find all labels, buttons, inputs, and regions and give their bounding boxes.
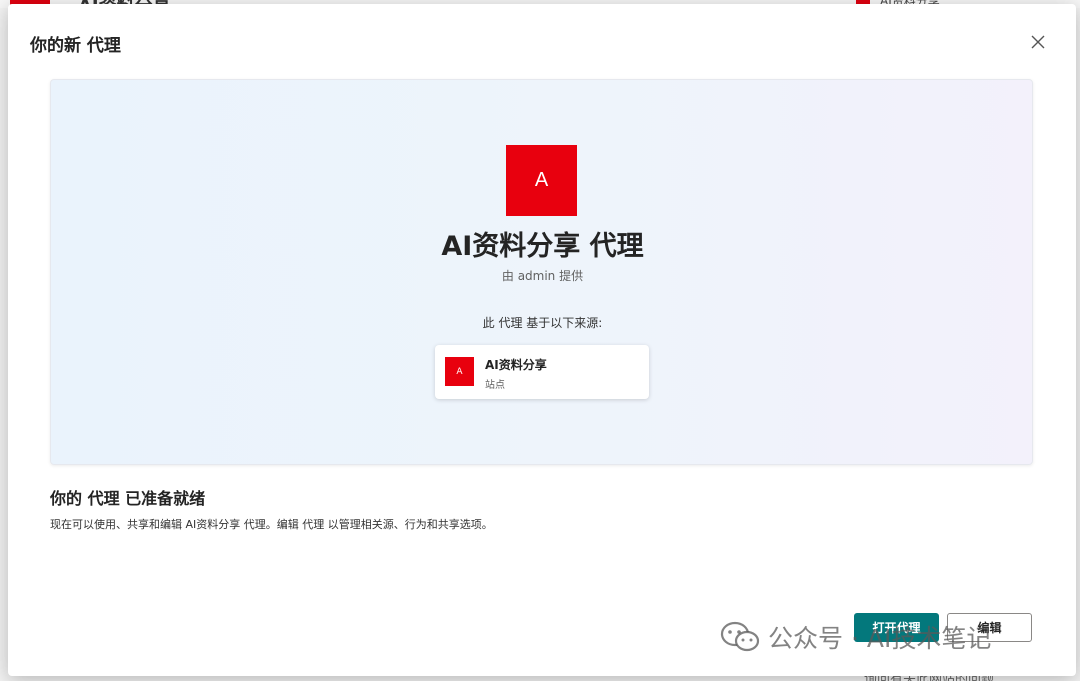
close-button[interactable] [1026,30,1050,54]
source-card[interactable]: A AI资料分享 站点 [435,345,649,399]
agent-logo: A [506,145,577,216]
edit-button[interactable]: 编辑 [947,613,1032,642]
source-name: AI资料分享 [485,358,547,372]
ready-description: 现在可以使用、共享和编辑 AI资料分享 代理。编辑 代理 以管理相关源、行为和共… [50,518,493,531]
new-agent-dialog: 你的新 代理 A AI资料分享 代理 由 admin 提供 此 代理 基于以下来… [8,4,1076,676]
source-type: 站点 [485,380,505,391]
agent-title: AI资料分享 代理 [441,231,644,262]
source-label: 此 代理 基于以下来源: [482,316,603,330]
close-icon [1031,35,1045,49]
open-agent-button[interactable]: 打开代理 [854,613,939,642]
ready-heading: 你的 代理 已准备就绪 [50,489,206,508]
source-logo: A [445,357,474,386]
dialog-title: 你的新 代理 [30,36,121,56]
agent-provider: 由 admin 提供 [501,269,584,283]
agent-preview-card: A AI资料分享 代理 由 admin 提供 此 代理 基于以下来源: A AI… [50,79,1033,465]
